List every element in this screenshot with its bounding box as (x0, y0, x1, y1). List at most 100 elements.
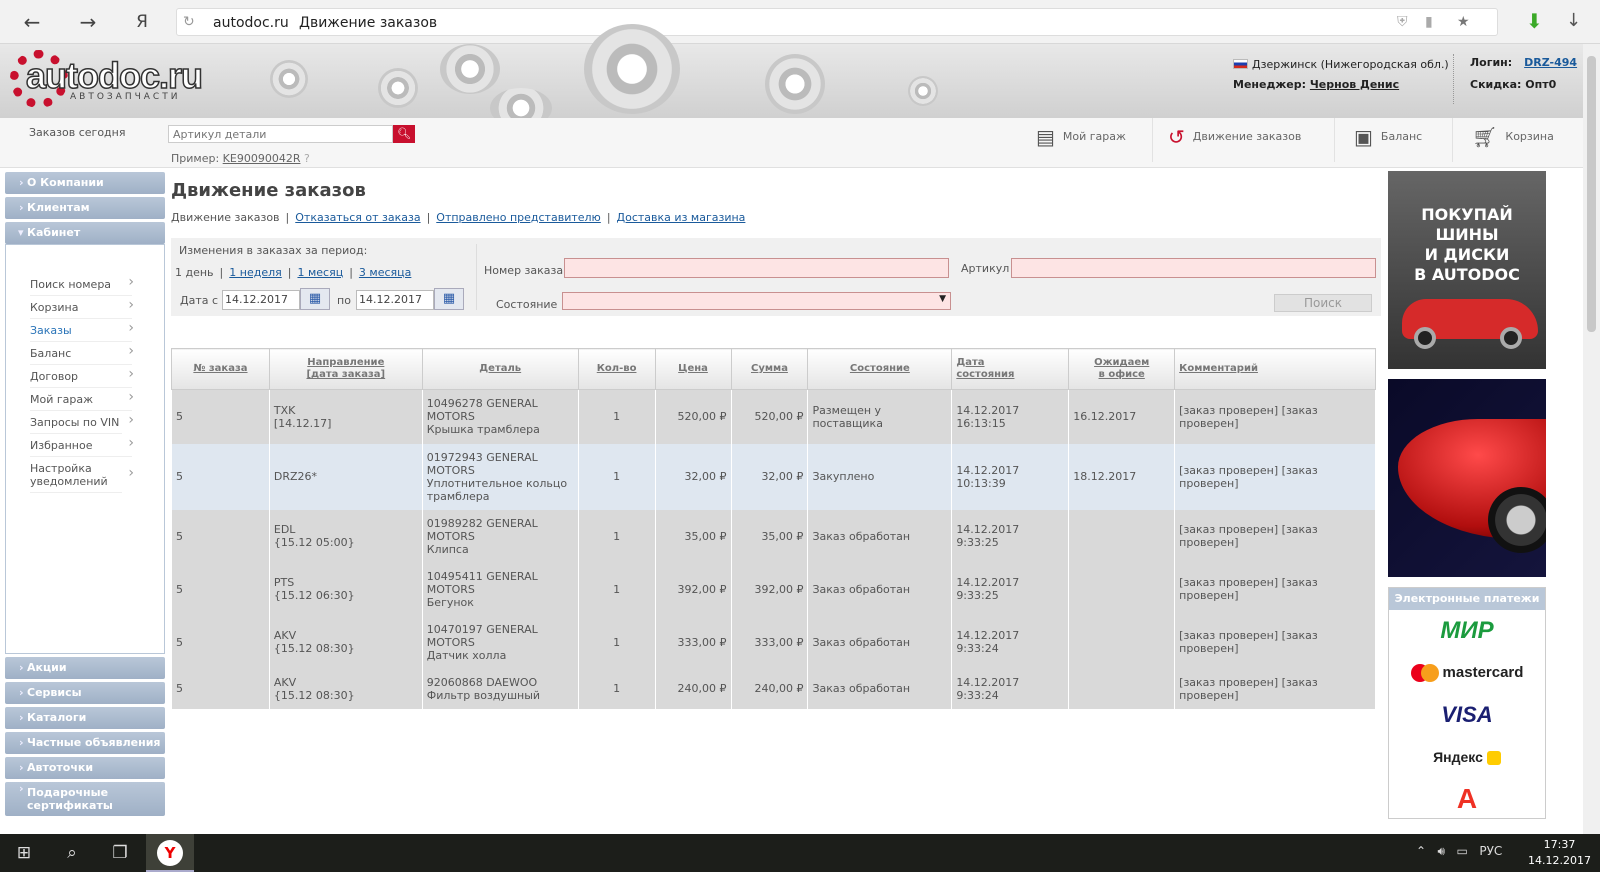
table-row[interactable]: 5 AKV {15.12 08:30} 10470197 GENERAL MOTOR… (171, 615, 1376, 669)
date-from-input[interactable]: 14.12.2017 (222, 290, 300, 310)
col-header-expected[interactable]: Ожидаем в офисе (1068, 348, 1176, 390)
sidebar-item-cart[interactable]: Корзина › (30, 296, 134, 319)
cell-state: Закуплено (807, 443, 953, 510)
download-green-icon[interactable]: ⬇ (1526, 9, 1543, 33)
language-indicator[interactable]: РУС (1479, 844, 1502, 858)
help-icon[interactable]: ? (304, 152, 310, 165)
scrollbar-thumb[interactable] (1587, 56, 1596, 332)
col-header-order-no[interactable]: № заказа (171, 348, 270, 390)
sidebar-item-notifications[interactable]: Настройка уведомлений › (30, 457, 134, 493)
gear-decoration-icon (765, 54, 825, 114)
sidebar-item-orders[interactable]: Заказы › (30, 319, 134, 342)
bookmark-star-icon[interactable]: ★ (1457, 14, 1470, 30)
nav-balance[interactable]: ▣ Баланс (1354, 122, 1422, 160)
downloads-icon[interactable]: ↓ (1566, 10, 1581, 31)
nav-order-movement[interactable]: ↺ Движение заказов (1168, 122, 1301, 160)
article-input[interactable] (1011, 258, 1376, 278)
city-label[interactable]: Дзержинск (Нижегородская обл.) (1233, 58, 1449, 71)
sidebar-section-promotions[interactable]: Акции (5, 657, 165, 679)
table-row[interactable]: 5 EDL {15.12 05:00} 01989282 GENERAL MOTOR… (171, 509, 1376, 563)
col-header-direction[interactable]: Направление [дата заказа] (268, 348, 423, 390)
sidebar-item-balance[interactable]: Баланс › (30, 342, 134, 365)
tab-cancel-order[interactable]: Отказаться от заказа (295, 211, 420, 224)
protect-icon[interactable]: ⛨ (1397, 14, 1408, 30)
tires-banner[interactable]: ПОКУПАЙ ШИНЫ И ДИСКИ В AUTODOC (1388, 171, 1546, 369)
orders-today-link[interactable]: Заказов сегодня (29, 126, 125, 139)
sidebar-item-favorites[interactable]: Избранное › (30, 434, 134, 457)
login-info: Логин: DRZ-494 (1470, 56, 1578, 69)
date-to-input[interactable]: 14.12.2017 (356, 290, 434, 310)
manager-link[interactable]: Чернов Денис (1310, 78, 1399, 91)
article-search-input[interactable] (168, 125, 393, 143)
col-header-qty[interactable]: Кол-во (577, 348, 656, 390)
address-bar[interactable]: ↻ autodoc.ru Движение заказов ⛨ ▮ ★ (176, 8, 1498, 36)
period-1-month[interactable]: 1 месяц (297, 266, 343, 279)
table-row[interactable]: 5 AKV {15.12 08:30} 92060868 DAEWOO Фильтр… (171, 668, 1376, 709)
notifications-icon[interactable]: ▭ (1457, 844, 1468, 858)
table-row[interactable]: 5 PTS {15.12 06:30} 10495411 GENERAL MOTOR… (171, 562, 1376, 616)
nav-divider (1452, 118, 1453, 162)
cell-sum: 32,00 ₽ (730, 443, 809, 510)
nav-cart[interactable]: 🛒︎ Корзина (1472, 122, 1554, 160)
calendar-to-icon[interactable]: ▦ (434, 288, 464, 310)
table-row[interactable]: 5 TXK [14.12.17] 10496278 GENERAL MOTORS К… (171, 389, 1376, 444)
col-header-comment[interactable]: Комментарий (1174, 348, 1376, 390)
tab-sent-to-representative[interactable]: Отправлено представителю (436, 211, 601, 224)
browser-toolbar: ← → Я ↻ autodoc.ru Движение заказов ⛨ ▮ … (0, 0, 1600, 44)
col-header-price[interactable]: Цена (654, 348, 732, 390)
sidebar-section-clients[interactable]: Клиентам (5, 197, 165, 219)
col-header-state[interactable]: Состояние (807, 348, 953, 390)
sidebar-section-gift-cards[interactable]: Подарочные сертификаты (5, 782, 165, 816)
nav-my-garage[interactable]: ▤ Мой гараж (1036, 122, 1126, 160)
yandex-button[interactable]: Я (130, 10, 154, 34)
autodoc-logo[interactable]: autodoc.ru АВТОЗАПЧАСТИ (10, 48, 206, 108)
period-1-week[interactable]: 1 неделя (229, 266, 281, 279)
car-banner[interactable] (1388, 379, 1546, 577)
col-header-sum[interactable]: Сумма (730, 348, 809, 390)
sidebar-section-cabinet[interactable]: Кабинет (5, 222, 165, 244)
sidebar-item-number-search[interactable]: Поиск номера › (30, 273, 134, 296)
period-3-months[interactable]: 3 месяца (359, 266, 411, 279)
sidebar-item-contract[interactable]: Договор › (30, 365, 134, 388)
col-header-detail[interactable]: Деталь (421, 348, 579, 390)
search-icon[interactable]: ⌕ (48, 834, 96, 872)
state-select[interactable]: ▼ (562, 292, 951, 310)
sidebar-section-catalogs[interactable]: Каталоги (5, 707, 165, 729)
task-view-icon[interactable]: ❐ (96, 834, 144, 872)
page-scrollbar[interactable] (1583, 44, 1600, 834)
sidebar-section-services[interactable]: Сервисы (5, 682, 165, 704)
sidebar-item-my-garage[interactable]: Мой гараж › (30, 388, 134, 411)
cell-direction: AKV {15.12 08:30} (268, 615, 423, 669)
sidebar-item-vin-requests[interactable]: Запросы по VIN › (30, 411, 134, 434)
alfa-bank-logo: А (1456, 783, 1478, 814)
forward-button[interactable]: → (76, 10, 100, 34)
volume-icon[interactable]: 🔊︎ (1438, 844, 1446, 858)
page-title: Движение заказов (171, 180, 366, 201)
nav-divider (1152, 118, 1153, 162)
find-button[interactable]: Поиск (1274, 294, 1372, 312)
start-windows-icon[interactable]: ⊞ (0, 834, 48, 872)
order-number-input[interactable] (564, 258, 949, 278)
chevron-right-icon: › (128, 320, 134, 336)
sidebar-section-autopoints[interactable]: Автоточки (5, 757, 165, 779)
search-button[interactable]: 🔍︎ (393, 125, 415, 143)
sidebar-section-company[interactable]: О Компании (5, 172, 165, 194)
tab-order-movement[interactable]: Движение заказов (171, 211, 280, 224)
example-link[interactable]: KE90090042R (223, 152, 301, 165)
lock-icon[interactable]: ▮ (1425, 14, 1433, 30)
back-button[interactable]: ← (20, 10, 44, 34)
login-link[interactable]: DRZ-494 (1524, 56, 1577, 69)
col-header-state-date[interactable]: Дата состояния (951, 348, 1070, 390)
table-row[interactable]: 5 DRZ26* 01972943 GENERAL MOTORS Уплотните… (171, 443, 1376, 510)
search-example: Пример: KE90090042R ? (171, 152, 310, 165)
clock[interactable]: 17:37 14.12.2017 (1528, 837, 1591, 869)
calendar-from-icon[interactable]: ▦ (300, 288, 330, 310)
period-1-day[interactable]: 1 день (175, 266, 214, 279)
tray-arrow-icon[interactable]: ⌃ (1416, 844, 1426, 858)
sidebar-section-classifieds[interactable]: Частные объявления (5, 732, 165, 754)
tab-store-delivery[interactable]: Доставка из магазина (617, 211, 746, 224)
right-column: ПОКУПАЙ ШИНЫ И ДИСКИ В AUTODOC Электронн… (1388, 171, 1546, 819)
reload-icon[interactable]: ↻ (183, 14, 195, 30)
chevron-right-icon: › (128, 435, 134, 451)
yandex-browser-taskbar-icon[interactable]: Y (146, 834, 194, 872)
